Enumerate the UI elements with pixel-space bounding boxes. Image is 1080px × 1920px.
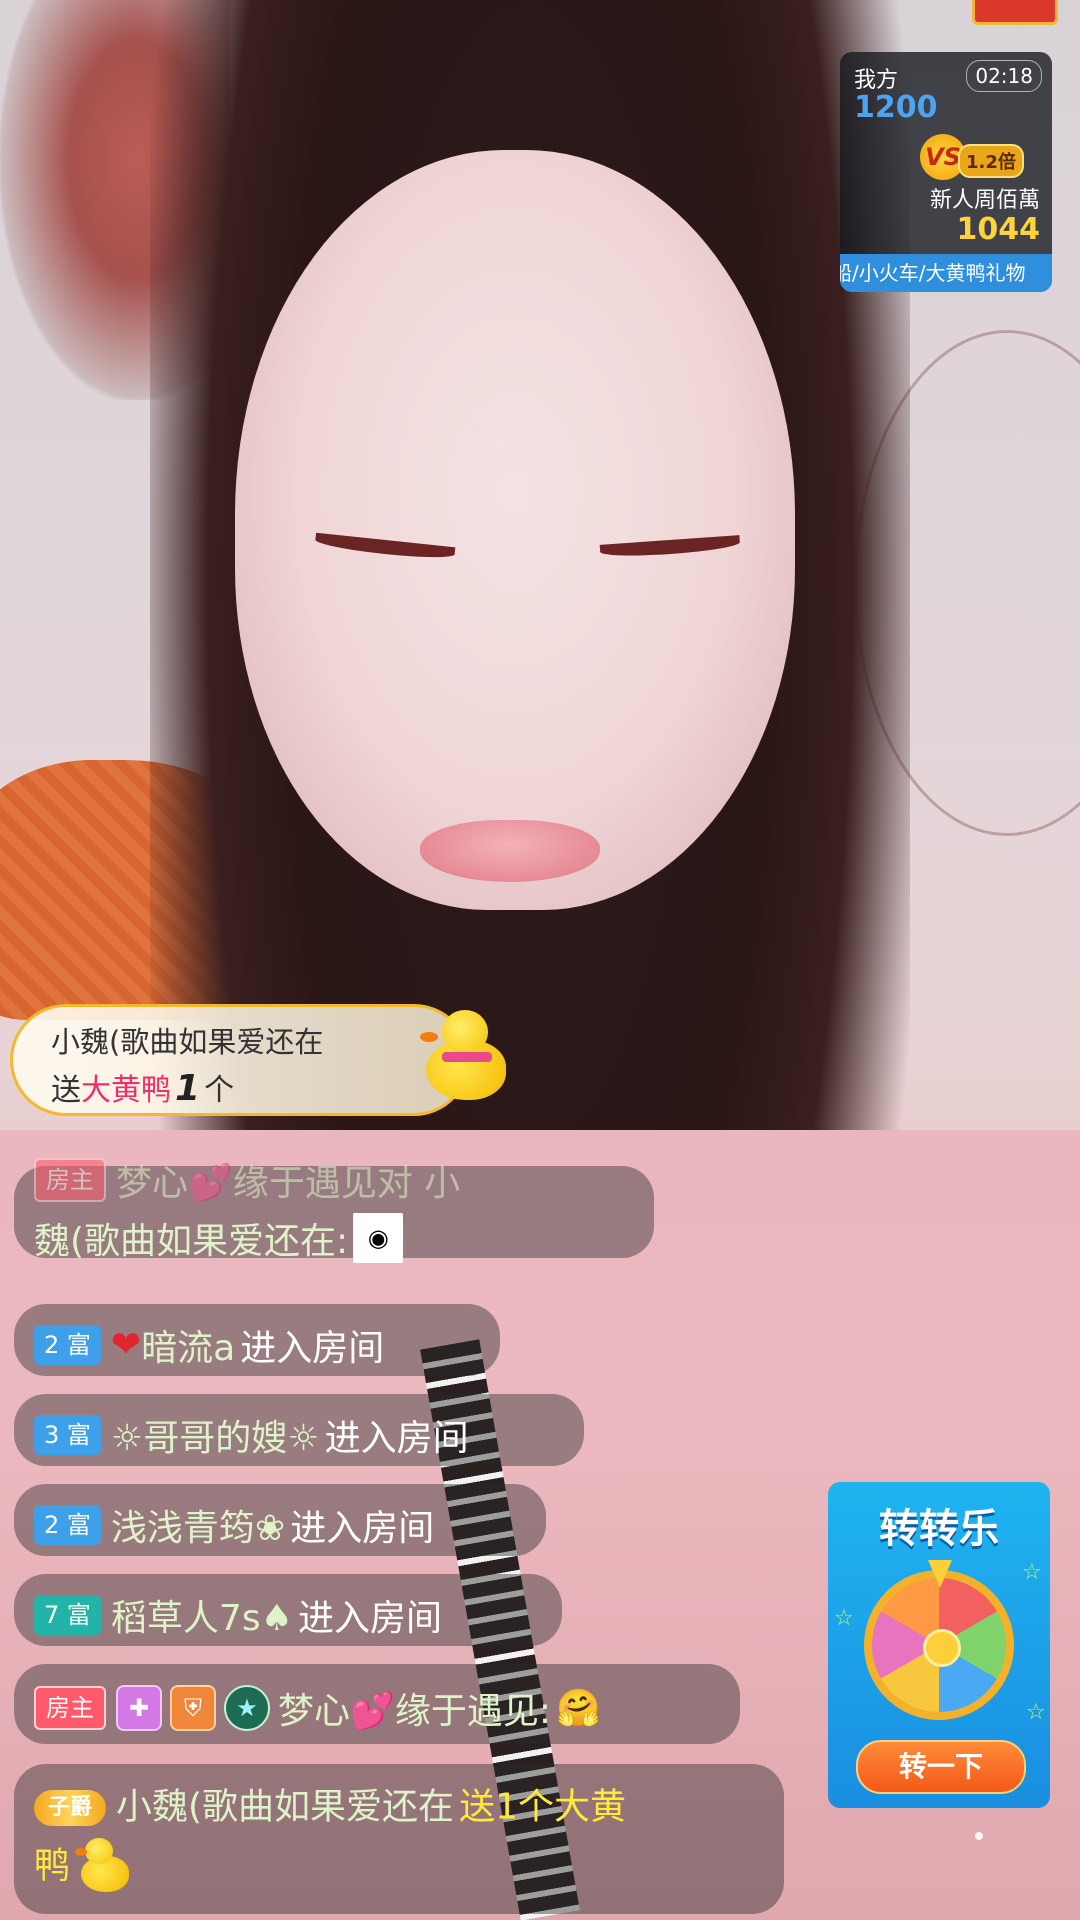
chat-partial-continuation: 魏(歌曲如果爱还在:: [34, 1221, 349, 1262]
pk-team2-label: 新人周佰萬: [929, 188, 1040, 213]
chat-user-name: 浅浅青筠❀: [110, 1508, 286, 1549]
duck-gift-icon: [420, 1010, 530, 1110]
chat-user-name: ☼哥哥的嫂☼: [110, 1418, 320, 1459]
star-icon: ☆: [1022, 1560, 1042, 1585]
pk-team1-score: 1200: [854, 90, 938, 125]
pk-multiplier-badge: 1.2倍: [958, 144, 1024, 178]
wealth-badge: 7 富: [34, 1595, 101, 1635]
treasure-chest-icon[interactable]: [972, 0, 1058, 25]
chat-action: 进入房间: [240, 1328, 385, 1369]
chat-message-partial[interactable]: 房主 梦心💕缘于遇见对 小 魏(歌曲如果爱还在: ◉: [14, 1158, 654, 1263]
chat-gift-message[interactable]: 子爵 小魏(歌曲如果爱还在 送1个大黄 鸭: [14, 1764, 784, 1914]
duck-gift-icon: [75, 1838, 135, 1894]
chat-gift-text-cont: 鸭: [34, 1845, 71, 1886]
gift-line: 送大黄鸭 1 个: [51, 1065, 234, 1109]
chat-user-name: 小魏(歌曲如果爱还在: [116, 1786, 455, 1828]
spin-button[interactable]: 转一下: [856, 1740, 1026, 1794]
star-icon: ☆: [834, 1606, 854, 1631]
chat-partial-second-line: 魏(歌曲如果爱还在: ◉: [34, 1212, 634, 1264]
wheel-hub: [923, 1629, 961, 1667]
pk-timer: 02:18: [966, 60, 1042, 92]
lucky-wheel-widget[interactable]: 转转乐 ☆ ☆ ☆ 转一下: [828, 1482, 1050, 1808]
chat-gift-text: 送1个大黄: [459, 1786, 627, 1828]
chat-enter-row[interactable]: 2 富 ❤暗流a 进入房间: [14, 1304, 500, 1376]
streamer-lips: [420, 820, 600, 882]
chat-partial-first-line: 房主 梦心💕缘于遇见对 小: [34, 1154, 634, 1206]
chat-user-name: 稻草人7s♠: [110, 1598, 293, 1639]
wheel-title: 转转乐: [879, 1506, 999, 1552]
chat-user-name: 暗流a: [141, 1328, 236, 1369]
chat-action: 进入房间: [324, 1418, 469, 1459]
shield-plus-icon: ✚: [116, 1685, 162, 1731]
wealth-badge: 2 富: [34, 1505, 101, 1545]
chat-user-name: 梦心💕缘于遇见:: [278, 1691, 551, 1732]
chat-partial-text: 梦心💕缘于遇见对 小: [116, 1163, 461, 1204]
gift-unit: 个: [204, 1073, 235, 1108]
heart-icon: ❤: [110, 1324, 142, 1366]
gift-banner: 小魏(歌曲如果爱还在 送大黄鸭 1 个: [10, 1004, 470, 1116]
wealth-badge: 3 富: [34, 1415, 101, 1455]
gift-name: 大黄鸭: [81, 1073, 171, 1108]
star-medal-icon: ★: [224, 1685, 270, 1731]
emoji-icon: 🤗: [556, 1688, 601, 1729]
sticker-icon: ◉: [353, 1213, 404, 1263]
streamer-face: [235, 150, 795, 910]
chat-enter-row[interactable]: 3 富 ☼哥哥的嫂☼ 进入房间: [14, 1394, 584, 1466]
chat-enter-row[interactable]: 7 富稻草人7s♠ 进入房间: [14, 1574, 562, 1646]
chat-enter-row[interactable]: 2 富浅浅青筠❀ 进入房间: [14, 1484, 546, 1556]
guardian-shield-icon: ⛨: [170, 1685, 216, 1731]
pk-gift-marquee: 船/小火车/大黄鸭礼物: [840, 254, 1052, 292]
chat-host-message[interactable]: 房主 ✚ ⛨ ★ 梦心💕缘于遇见: 🤗: [14, 1664, 740, 1744]
gift-count: 1: [175, 1068, 201, 1109]
gift-send-prefix: 送: [51, 1073, 81, 1108]
page-indicator: [975, 1825, 983, 1844]
noble-badge: 子爵: [34, 1789, 107, 1826]
pk-team2-score: 1044: [956, 212, 1041, 247]
chat-action: 进入房间: [297, 1598, 442, 1639]
host-badge: 房主: [34, 1686, 106, 1730]
wheel-pointer-icon: [928, 1560, 952, 1588]
host-badge: 房主: [34, 1158, 106, 1202]
gift-sender: 小魏(歌曲如果爱还在: [51, 1025, 324, 1059]
wealth-badge: 2 富: [34, 1325, 101, 1365]
star-icon: ☆: [1026, 1700, 1046, 1725]
pk-panel[interactable]: 我方 02:18 1200 VS 1.2倍 新人周佰萬 1044 船/小火车/大…: [840, 52, 1052, 292]
chat-action: 进入房间: [290, 1508, 435, 1549]
